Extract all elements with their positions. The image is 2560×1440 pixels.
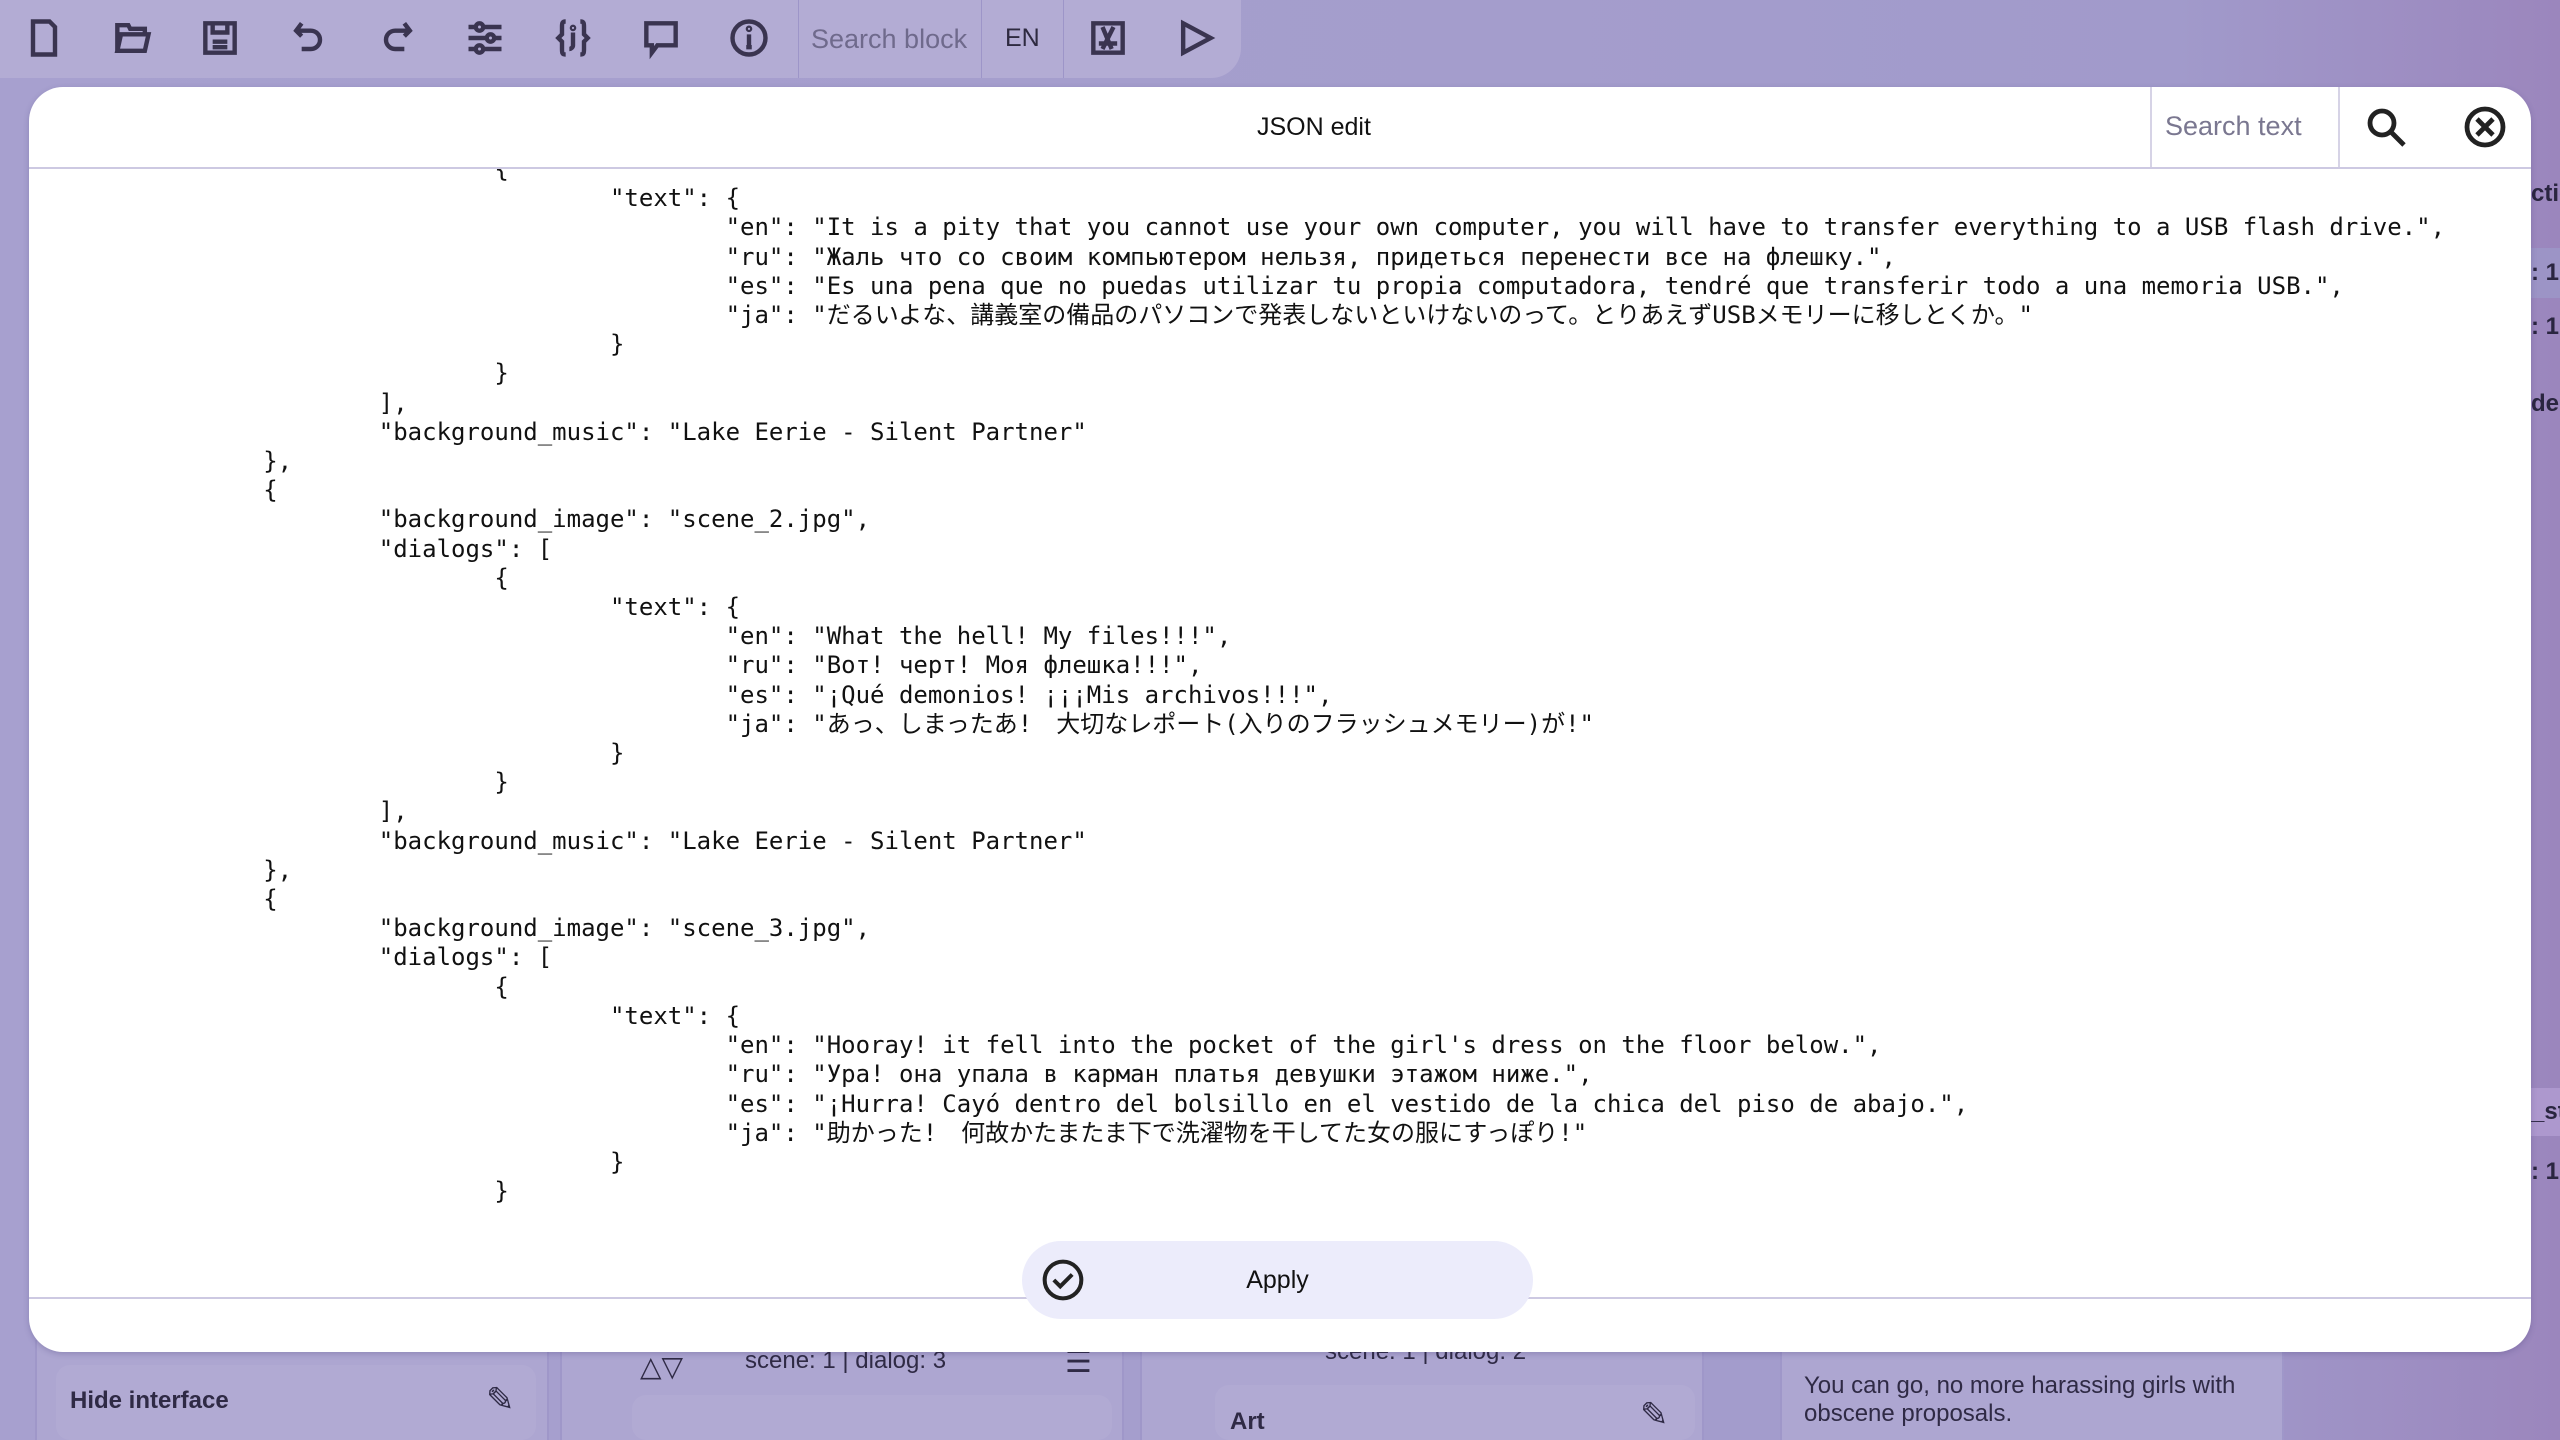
dialog-title: JSON edit	[1257, 113, 1371, 141]
block-search-input[interactable]: Search block	[811, 24, 967, 55]
save-icon[interactable]	[196, 14, 244, 62]
toolbar-divider	[1063, 0, 1064, 78]
search-text-box	[2150, 87, 2340, 167]
pencil-icon[interactable]: ✎	[1640, 1395, 1669, 1435]
search-text-input[interactable]	[2152, 87, 2337, 165]
right-strip-text: : 1	[2531, 248, 2560, 298]
apply-button[interactable]: Apply	[1022, 1241, 1533, 1319]
play-icon[interactable]	[1172, 14, 1220, 62]
json-editor[interactable]: { "text": { "en": "It is a pity that you…	[29, 169, 2531, 1299]
comment-icon[interactable]	[637, 14, 685, 62]
right-strip-text: _sta	[2531, 1088, 2560, 1136]
open-folder-icon[interactable]	[108, 14, 156, 62]
main-toolbar: Search block EN	[0, 0, 1241, 78]
close-icon[interactable]	[2461, 103, 2509, 151]
dialog-header: JSON edit	[29, 87, 2531, 169]
toolbar-divider	[981, 0, 982, 78]
art-card[interactable]	[1215, 1385, 1695, 1440]
redo-icon[interactable]	[373, 14, 421, 62]
hide-interface-label: Hide interface	[70, 1387, 229, 1414]
new-file-icon[interactable]	[20, 14, 68, 62]
dialog-preview-text: You can go, no more harassing girls with…	[1804, 1372, 2236, 1427]
json-braces-icon[interactable]	[549, 14, 597, 62]
search-icon[interactable]	[2362, 103, 2410, 151]
art-label: Art	[1230, 1408, 1265, 1435]
language-selector[interactable]: EN	[1005, 24, 1040, 53]
undo-icon[interactable]	[285, 14, 333, 62]
app-store-icon[interactable]	[1084, 14, 1132, 62]
settings-sliders-icon[interactable]	[461, 14, 509, 62]
json-code-text[interactable]: { "text": { "en": "It is a pity that you…	[32, 169, 2531, 1206]
dialog-card[interactable]	[632, 1395, 1112, 1440]
right-strip-text: : 1	[2531, 1158, 2560, 1185]
move-up-down-icon[interactable]: △▽	[640, 1350, 683, 1383]
info-icon[interactable]	[725, 14, 773, 62]
right-strip-text: : 1	[2531, 313, 2560, 340]
pencil-icon[interactable]: ✎	[486, 1380, 515, 1420]
apply-button-label: Apply	[1246, 1266, 1309, 1294]
right-strip-text: de	[2531, 390, 2560, 417]
json-edit-dialog: JSON edit { "text": { "en": "It is a pit…	[29, 87, 2531, 1352]
right-strip-text: ctio	[2531, 180, 2560, 207]
background-right-panel: ctio : 1 : 1 de _sta : 1	[2531, 168, 2560, 1240]
toolbar-divider	[798, 0, 799, 78]
